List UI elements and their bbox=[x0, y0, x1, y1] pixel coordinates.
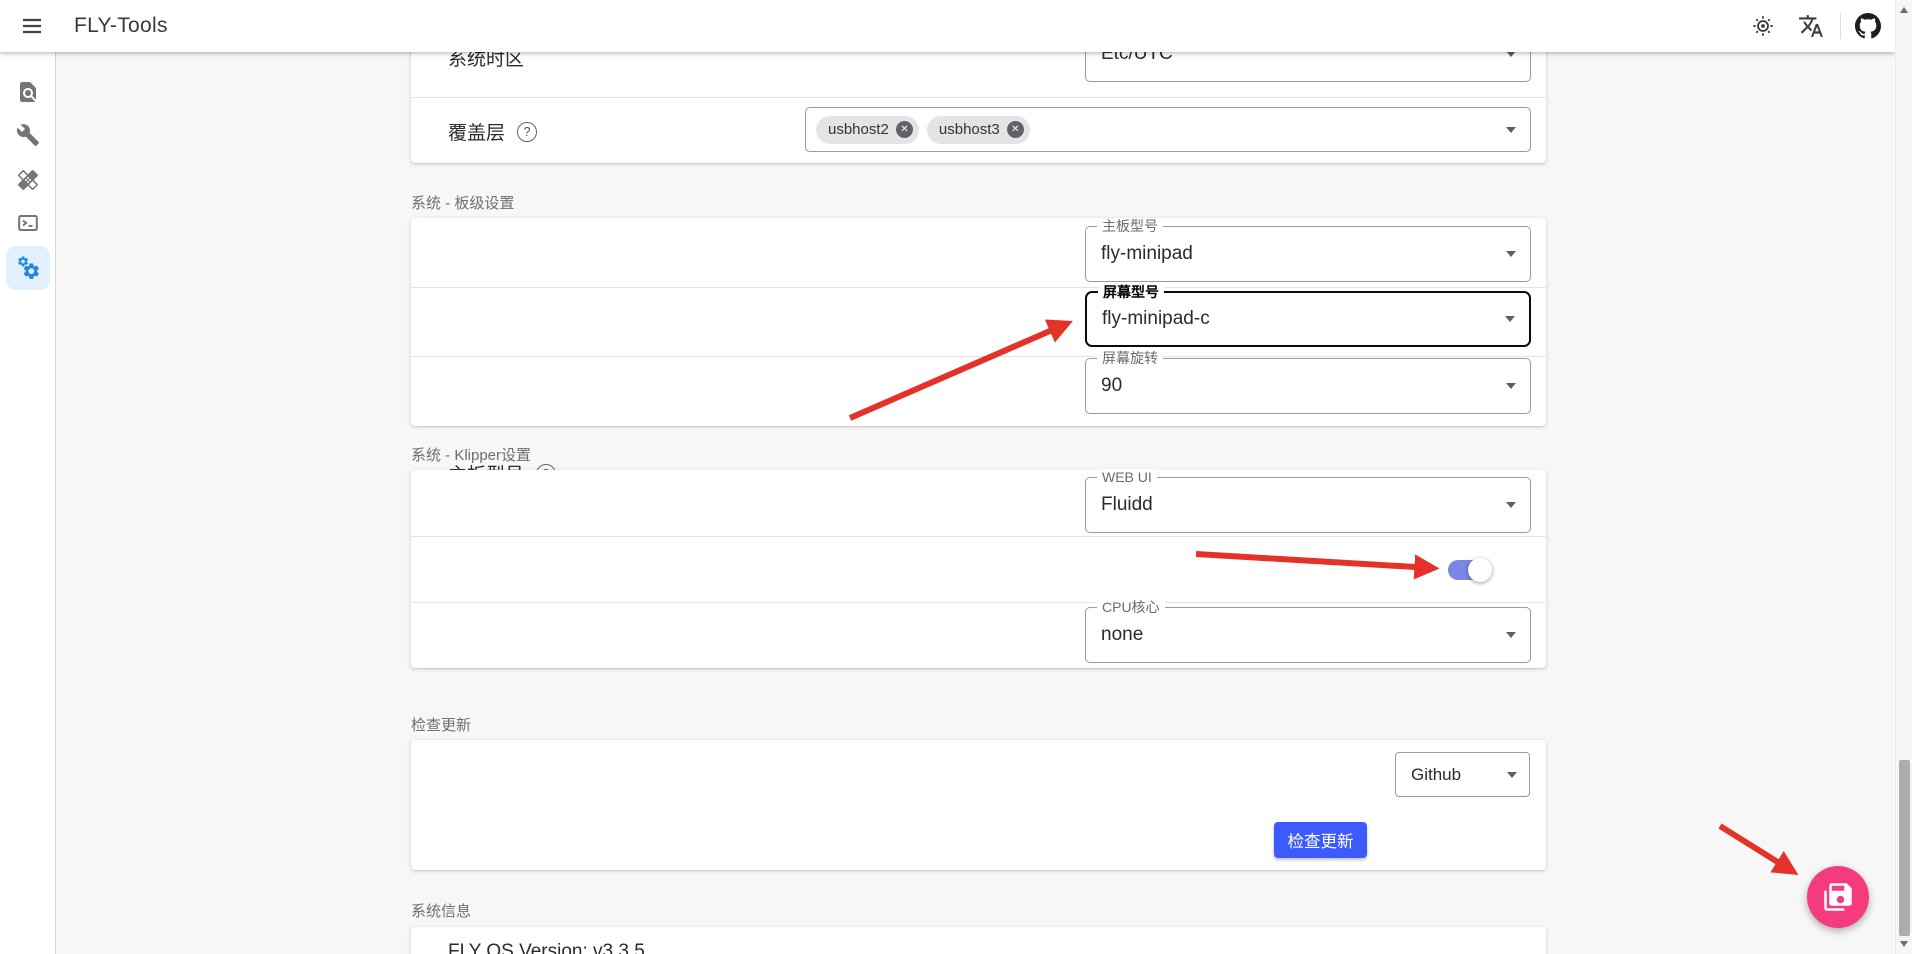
row-divider bbox=[411, 356, 1546, 357]
translate-icon[interactable] bbox=[1798, 13, 1824, 39]
screen-rotation-value: 90 bbox=[1101, 375, 1122, 397]
row-divider bbox=[411, 602, 1546, 603]
chevron-down-icon bbox=[1507, 772, 1517, 778]
row-divider bbox=[411, 97, 1546, 98]
appbar-divider bbox=[1840, 13, 1841, 39]
chevron-down-icon bbox=[1506, 251, 1516, 257]
chevron-down-icon bbox=[1506, 383, 1516, 389]
screen-model-field-label: 屏幕型号 bbox=[1098, 284, 1164, 301]
overlay-row-label-group: 覆盖层 ? bbox=[448, 118, 537, 145]
screen-model-value: fly-minipad-c bbox=[1102, 308, 1210, 330]
overlay-chip: usbhost2 ✕ bbox=[816, 116, 919, 144]
sidebar-item-settings[interactable] bbox=[6, 246, 50, 290]
card-check-update: 更新渠道 Github FLY-Tools: v0.2.7-fb9bfeb 检查… bbox=[411, 740, 1546, 870]
check-update-button[interactable]: 检查更新 bbox=[1274, 822, 1367, 858]
healing-icon[interactable] bbox=[16, 168, 40, 192]
row-divider bbox=[411, 287, 1546, 288]
app-bar: FLY-Tools bbox=[0, 0, 1895, 52]
scrollbar-thumb[interactable] bbox=[1899, 760, 1910, 936]
chip-close-icon[interactable]: ✕ bbox=[896, 121, 913, 138]
chip-label: usbhost3 bbox=[939, 121, 1000, 138]
github-icon[interactable] bbox=[1855, 13, 1881, 39]
gears-icon bbox=[15, 255, 41, 281]
klipperscreen-toggle[interactable] bbox=[1448, 558, 1492, 582]
section-label-update: 检查更新 bbox=[411, 714, 471, 735]
cpu-core-value: none bbox=[1101, 624, 1143, 646]
row-divider bbox=[411, 536, 1546, 537]
vertical-scrollbar bbox=[1895, 0, 1912, 954]
find-in-page-icon[interactable] bbox=[16, 80, 40, 104]
section-label-klipper: 系统 - Klipper设置 bbox=[411, 444, 531, 465]
save-all-icon bbox=[1823, 882, 1853, 912]
chevron-down-icon bbox=[1506, 502, 1516, 508]
chevron-down-icon bbox=[1506, 632, 1516, 638]
scrollbar-up-arrow[interactable] bbox=[1900, 7, 1908, 13]
chip-close-icon[interactable]: ✕ bbox=[1007, 121, 1024, 138]
update-channel-value: Github bbox=[1411, 765, 1461, 785]
app-title: FLY-Tools bbox=[74, 14, 168, 38]
card-system-info: FLY OS Version: v3.3.5 bbox=[411, 927, 1546, 954]
cpu-core-field-label: CPU核心 bbox=[1097, 599, 1165, 616]
wrench-icon[interactable] bbox=[16, 123, 40, 147]
sidebar bbox=[0, 52, 56, 954]
screen-rotation-field-label: 屏幕旋转 bbox=[1097, 350, 1163, 367]
cpu-core-select[interactable]: CPU核心 none bbox=[1085, 607, 1531, 663]
overlay-combobox[interactable]: usbhost2 ✕ usbhost3 ✕ bbox=[805, 107, 1531, 152]
os-version-label: FLY OS Version: v3.3.5 bbox=[448, 941, 645, 954]
os-version-row-label-group: FLY OS Version: v3.3.5 bbox=[448, 941, 645, 954]
toggle-thumb bbox=[1468, 558, 1492, 582]
webui-value: Fluidd bbox=[1101, 494, 1153, 516]
board-model-value: fly-minipad bbox=[1101, 243, 1193, 265]
save-all-fab[interactable] bbox=[1807, 866, 1869, 928]
webui-field-label: WEB UI bbox=[1097, 469, 1157, 486]
update-channel-select[interactable]: Github bbox=[1395, 752, 1530, 797]
screen-rotation-select[interactable]: 屏幕旋转 90 bbox=[1085, 358, 1531, 414]
screen-model-select[interactable]: 屏幕型号 fly-minipad-c bbox=[1085, 291, 1531, 347]
overlay-chip: usbhost3 ✕ bbox=[927, 116, 1030, 144]
help-icon[interactable]: ? bbox=[517, 122, 537, 142]
section-label-board: 系统 - 板级设置 bbox=[411, 192, 514, 213]
arrow-to-fab bbox=[1720, 826, 1792, 871]
chevron-down-icon bbox=[1506, 127, 1516, 133]
terminal-icon[interactable] bbox=[16, 211, 40, 235]
hamburger-menu-icon[interactable] bbox=[20, 14, 44, 38]
scrollbar-down-arrow[interactable] bbox=[1900, 941, 1908, 947]
chip-label: usbhost2 bbox=[828, 121, 889, 138]
card-klipper-settings: Klipper的WEB UI WEB UI Fluidd 启用KlipperSc… bbox=[411, 470, 1546, 668]
card-board-settings: 主板型号 ? 主板型号 fly-minipad 屏幕型号 ? 屏幕型号 fly-… bbox=[411, 218, 1546, 426]
theme-brightness-icon[interactable] bbox=[1750, 13, 1776, 39]
section-label-sysinfo: 系统信息 bbox=[411, 900, 471, 921]
board-model-field-label: 主板型号 bbox=[1097, 218, 1163, 235]
board-model-select[interactable]: 主板型号 fly-minipad bbox=[1085, 226, 1531, 282]
chevron-down-icon bbox=[1505, 316, 1515, 322]
overlay-label: 覆盖层 bbox=[448, 118, 505, 145]
webui-select[interactable]: WEB UI Fluidd bbox=[1085, 477, 1531, 533]
